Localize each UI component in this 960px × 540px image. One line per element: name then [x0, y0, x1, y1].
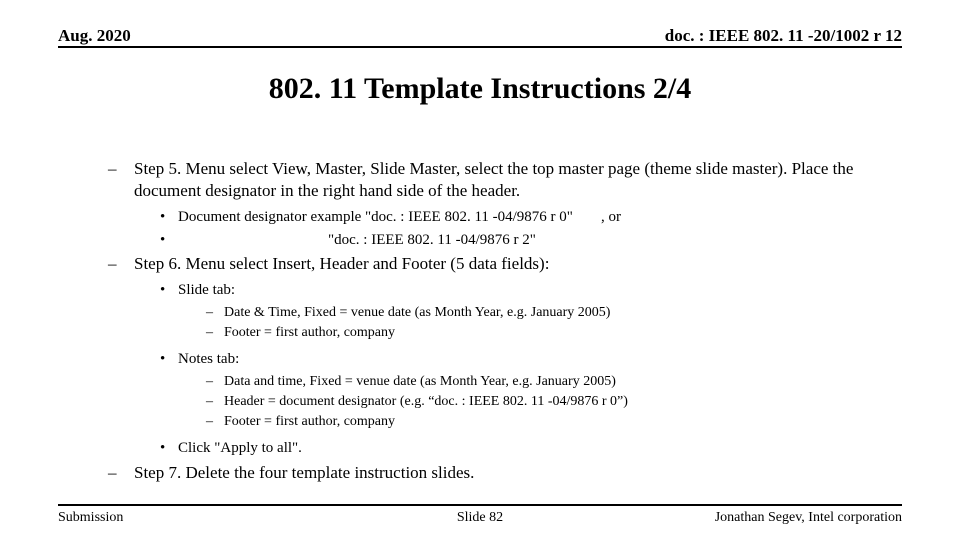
step6: Step 6. Menu select Insert, Header and F… [108, 253, 902, 275]
step5-example1-or: , or [601, 208, 621, 228]
header-rule [58, 46, 902, 48]
header: Aug. 2020 doc. : IEEE 802. 11 -20/1002 r… [58, 26, 902, 46]
footer-left: Submission [58, 510, 123, 526]
step5-example2-text: "doc. : IEEE 802. 11 -04/9876 r 2" [328, 232, 536, 248]
header-doc: doc. : IEEE 802. 11 -20/1002 r 12 [665, 26, 902, 46]
step7: Step 7. Delete the four template instruc… [108, 462, 902, 484]
step6-notes-date: Data and time, Fixed = venue date (as Mo… [206, 373, 902, 391]
step5-example1-text: Document designator example "doc. : IEEE… [178, 208, 573, 228]
step5: Step 5. Menu select View, Master, Slide … [108, 158, 902, 202]
step6-slide-footer: Footer = first author, company [206, 324, 902, 342]
step6-notes-tab: Notes tab: [158, 350, 902, 370]
footer-rule [58, 504, 902, 506]
content: Step 5. Menu select View, Master, Slide … [108, 158, 902, 490]
footer-right: Jonathan Segev, Intel corporation [715, 510, 902, 526]
header-date: Aug. 2020 [58, 26, 131, 46]
step6-notes-header: Header = document designator (e.g. “doc.… [206, 393, 902, 411]
step6-slide-date: Date & Time, Fixed = venue date (as Mont… [206, 304, 902, 322]
step6-slide-tab: Slide tab: [158, 281, 902, 301]
step5-example1: Document designator example "doc. : IEEE… [158, 208, 902, 228]
step6-notes-footer: Footer = first author, company [206, 413, 902, 431]
footer: Submission Slide 82 Jonathan Segev, Inte… [58, 510, 902, 526]
page-title: 802. 11 Template Instructions 2/4 [0, 72, 960, 106]
step5-example2: "doc. : IEEE 802. 11 -04/9876 r 2" [158, 231, 902, 251]
step6-apply: Click "Apply to all". [158, 439, 902, 459]
slide: Aug. 2020 doc. : IEEE 802. 11 -20/1002 r… [0, 0, 960, 540]
